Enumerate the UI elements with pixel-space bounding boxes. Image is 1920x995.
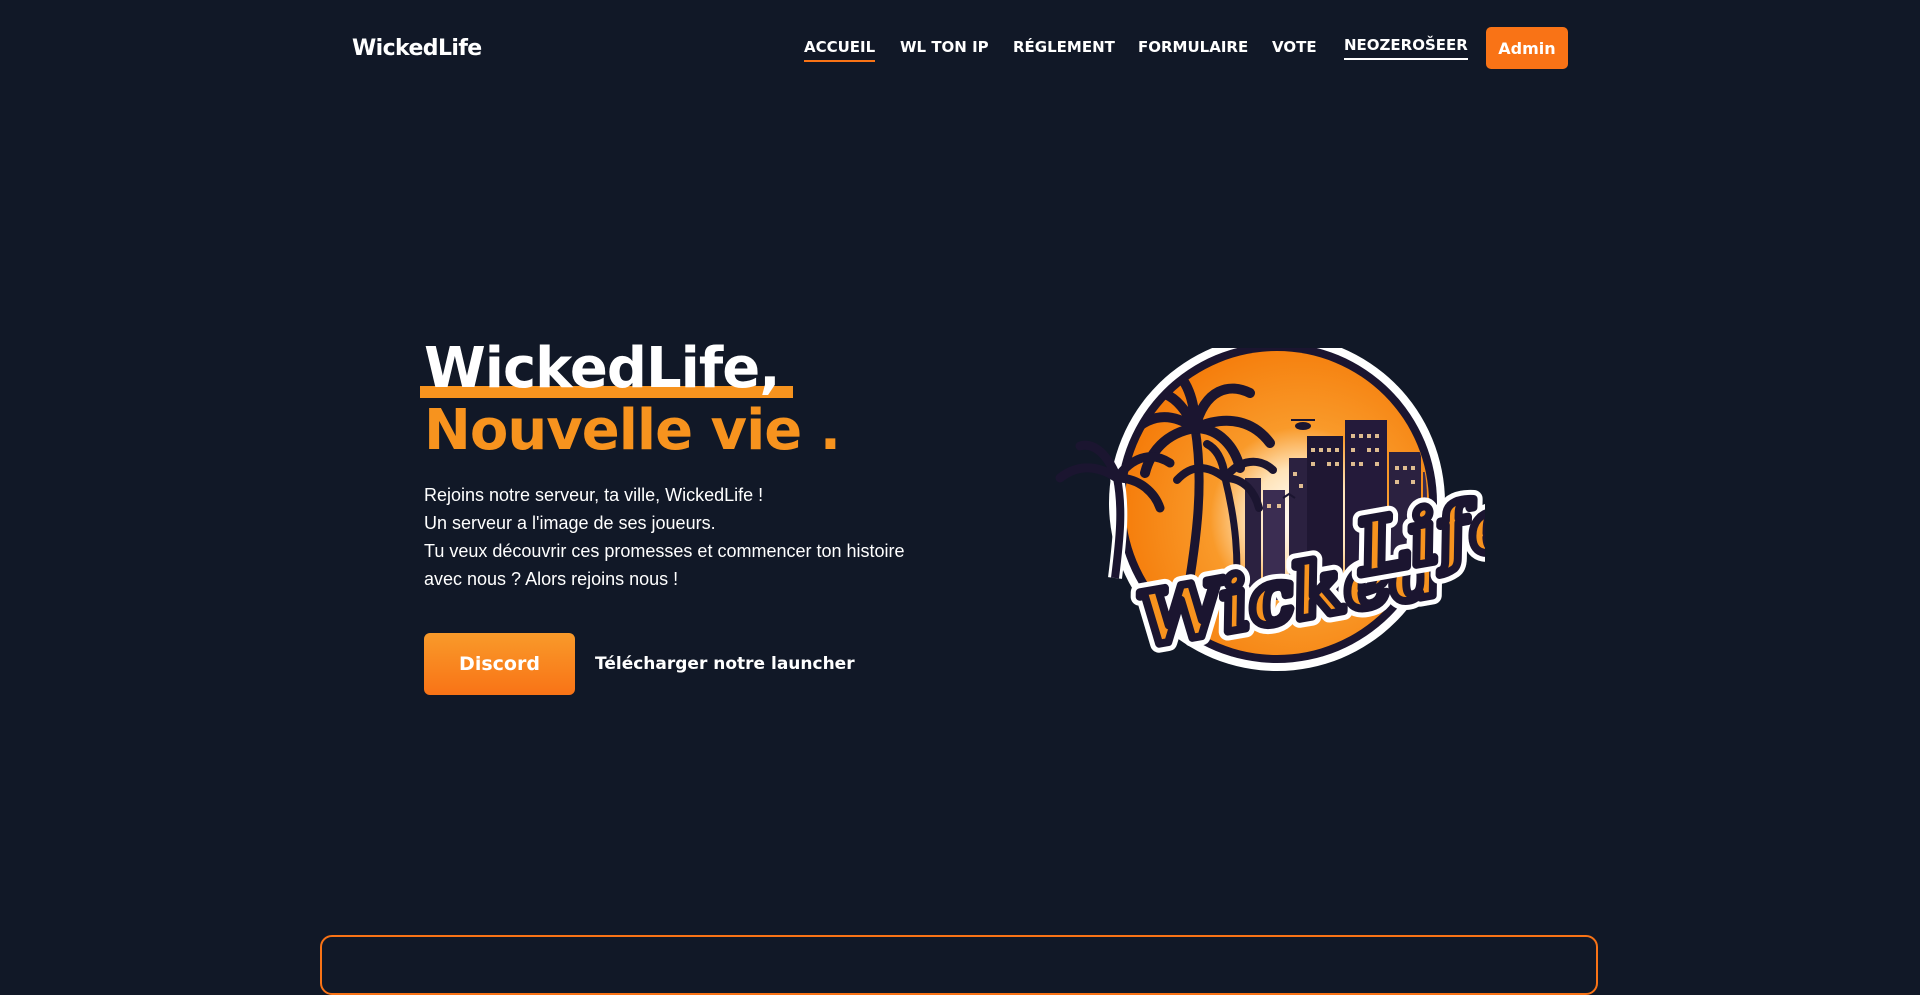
- nav-formulaire[interactable]: FORMULAIRE: [1138, 38, 1248, 60]
- nav-reglement[interactable]: RÉGLEMENT: [1013, 38, 1115, 60]
- hero-paragraph-line: avec nous ? Alors rejoins nous !: [424, 569, 679, 589]
- nav-neozeroseer[interactable]: NEOZEROŠEER: [1344, 36, 1468, 60]
- hero-title: WickedLife, Nouvelle vie .: [419, 336, 841, 463]
- download-launcher-link[interactable]: Télécharger notre launcher: [595, 654, 855, 674]
- nav-accueil[interactable]: ACCUEIL: [804, 38, 876, 62]
- wickedlife-logo: Wicked Wicked Life Life: [1045, 335, 1531, 678]
- brand-logo-text[interactable]: WickedLife: [352, 36, 482, 61]
- nav-vote[interactable]: VOTE: [1272, 38, 1317, 60]
- hero-paragraph-line: Un serveur a l'image de ses joueurs.: [424, 513, 716, 533]
- wickedlife-palm-city-logo-icon: Wicked Wicked Life Life: [1055, 335, 1531, 673]
- hero-paragraph-line: Tu veux découvrir ces promesses et comme…: [424, 541, 905, 561]
- nav-wl-ton-ip[interactable]: WL TON IP: [900, 38, 989, 60]
- bottom-section-card: [320, 935, 1598, 995]
- hero-title-line2: Nouvelle vie .: [424, 398, 841, 463]
- discord-button[interactable]: Discord: [424, 633, 575, 695]
- hero-description: Rejoins notre serveur, ta ville, WickedL…: [424, 481, 905, 593]
- admin-button[interactable]: Admin: [1486, 27, 1568, 69]
- hero-paragraph-line: Rejoins notre serveur, ta ville, WickedL…: [424, 485, 764, 505]
- hero-title-line1: WickedLife,: [419, 336, 794, 401]
